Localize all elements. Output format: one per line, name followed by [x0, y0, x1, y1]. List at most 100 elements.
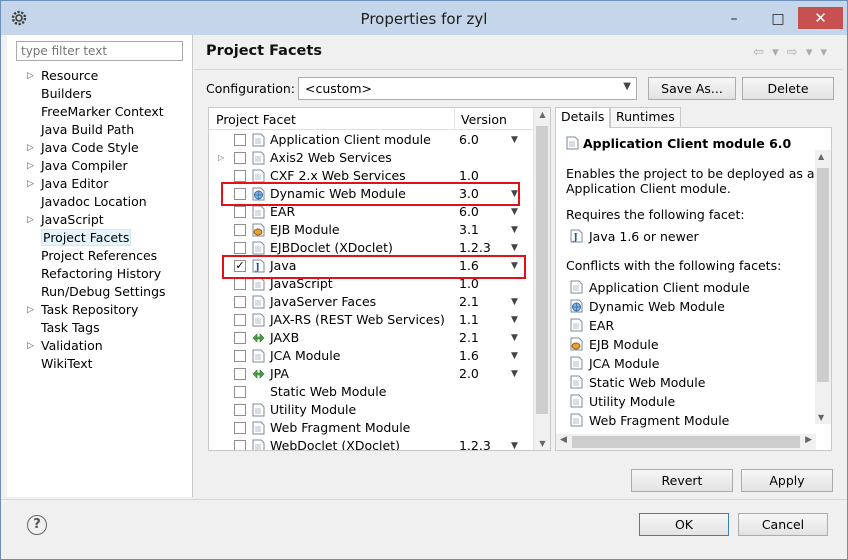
version-dropdown-icon[interactable]: ▼	[511, 329, 518, 347]
facet-row[interactable]: JCA Module 1.6 ▼	[209, 347, 535, 365]
expand-arrow-icon[interactable]: ▷	[27, 67, 34, 85]
facet-checkbox[interactable]	[234, 170, 246, 182]
expand-arrow-icon[interactable]: ▷	[27, 211, 34, 229]
facet-checkbox[interactable]	[234, 386, 246, 398]
help-icon[interactable]: ?	[27, 515, 47, 535]
facet-checkbox[interactable]	[234, 296, 246, 308]
scroll-up-icon[interactable]: ▲	[818, 152, 824, 161]
facet-row[interactable]: ▷ Axis2 Web Services	[209, 149, 535, 167]
facet-checkbox[interactable]	[234, 404, 246, 416]
facet-checkbox[interactable]	[234, 224, 246, 236]
version-dropdown-icon[interactable]: ▼	[511, 347, 518, 365]
nav-item[interactable]: Java Build Path	[7, 121, 193, 139]
minimize-button[interactable]: –	[721, 9, 747, 29]
expand-arrow-icon[interactable]: ▷	[218, 149, 224, 167]
facet-version[interactable]: 6.0	[459, 131, 479, 149]
scrollbar-thumb[interactable]	[536, 126, 548, 414]
nav-item[interactable]: Javadoc Location	[7, 193, 193, 211]
facet-checkbox[interactable]	[234, 422, 246, 434]
facet-row[interactable]: JAX-RS (REST Web Services) 1.1 ▼	[209, 311, 535, 329]
facet-row[interactable]: WebDoclet (XDoclet) 1.2.3 ▼	[209, 437, 535, 450]
facet-row[interactable]: JavaServer Faces 2.1 ▼	[209, 293, 535, 311]
nav-item[interactable]: ▷ Validation	[7, 337, 193, 355]
ok-button[interactable]: OK	[639, 513, 729, 536]
details-hscroll[interactable]: ◀ ▶	[556, 434, 816, 450]
details-vscroll[interactable]: ▲ ▼	[815, 150, 831, 424]
scroll-down-icon[interactable]: ▼	[534, 439, 550, 448]
col-header-version[interactable]: Version	[461, 112, 507, 127]
close-button[interactable]: ✕	[798, 7, 843, 29]
nav-item[interactable]: Builders	[7, 85, 193, 103]
column-divider[interactable]	[454, 108, 455, 130]
expand-arrow-icon[interactable]: ▷	[27, 301, 34, 319]
save-as-button[interactable]: Save As...	[648, 77, 736, 100]
expand-arrow-icon[interactable]: ▷	[27, 337, 34, 355]
facet-checkbox[interactable]	[234, 350, 246, 362]
maximize-button[interactable]: □	[765, 9, 791, 29]
nav-item[interactable]: ▷ Task Repository	[7, 301, 193, 319]
facet-row[interactable]: Web Fragment Module	[209, 419, 535, 437]
facet-row[interactable]: Application Client module 6.0 ▼	[209, 131, 535, 149]
nav-item[interactable]: ▷ JavaScript	[7, 211, 193, 229]
scrollbar-thumb[interactable]	[572, 436, 800, 448]
scroll-left-icon[interactable]: ◀	[560, 435, 567, 445]
facet-version[interactable]: 2.0	[459, 365, 479, 383]
apply-button[interactable]: Apply	[741, 469, 833, 492]
version-dropdown-icon[interactable]: ▼	[511, 311, 518, 329]
page-history-arrows[interactable]: ⇦ ▾ ⇨ ▾ ▾	[753, 45, 829, 60]
cancel-button[interactable]: Cancel	[738, 513, 828, 536]
tab-details[interactable]: Details	[555, 107, 611, 128]
facet-row[interactable]: JPA 2.0 ▼	[209, 365, 535, 383]
nav-item[interactable]: ▷ Java Editor	[7, 175, 193, 193]
facet-version[interactable]: 1.1	[459, 311, 479, 329]
nav-item[interactable]: ▷ Java Compiler	[7, 157, 193, 175]
facet-checkbox[interactable]	[234, 278, 246, 290]
facet-version[interactable]: 2.1	[459, 293, 479, 311]
scrollbar-thumb[interactable]	[817, 168, 829, 382]
scroll-up-icon[interactable]: ▲	[534, 110, 550, 119]
facet-checkbox[interactable]	[234, 242, 246, 254]
nav-item[interactable]: FreeMarker Context	[7, 103, 193, 121]
facets-scrollbar[interactable]: ▲ ▼	[533, 108, 550, 450]
nav-item[interactable]: ▷ Java Code Style	[7, 139, 193, 157]
facet-version[interactable]: 1.2.3	[459, 437, 491, 450]
facet-version[interactable]: 1.6	[459, 347, 479, 365]
col-header-facet[interactable]: Project Facet	[216, 112, 296, 127]
version-dropdown-icon[interactable]: ▼	[511, 365, 518, 383]
facet-checkbox[interactable]	[234, 152, 246, 164]
nav-item[interactable]: ▷ Resource	[7, 67, 193, 85]
facet-checkbox[interactable]	[234, 332, 246, 344]
facet-row[interactable]: Static Web Module	[209, 383, 535, 401]
facet-row[interactable]: EJB Module 3.1 ▼	[209, 221, 535, 239]
nav-item[interactable]: Run/Debug Settings	[7, 283, 193, 301]
scroll-right-icon[interactable]: ▶	[805, 435, 812, 445]
facet-checkbox[interactable]	[234, 314, 246, 326]
nav-item[interactable]: Project References	[7, 247, 193, 265]
version-dropdown-icon[interactable]: ▼	[511, 131, 518, 149]
expand-arrow-icon[interactable]: ▷	[27, 175, 34, 193]
properties-dialog: Properties for zyl – □ ✕ ▷ Resource Builde…	[0, 0, 848, 560]
version-dropdown-icon[interactable]: ▼	[511, 293, 518, 311]
nav-item[interactable]: Project Facets	[7, 229, 193, 247]
version-dropdown-icon[interactable]: ▼	[511, 437, 518, 450]
scroll-down-icon[interactable]: ▼	[818, 413, 824, 422]
nav-item[interactable]: Task Tags	[7, 319, 193, 337]
expand-arrow-icon[interactable]: ▷	[27, 157, 34, 175]
facet-version[interactable]: 2.1	[459, 329, 479, 347]
expand-arrow-icon[interactable]: ▷	[27, 139, 34, 157]
facet-row[interactable]: Utility Module	[209, 401, 535, 419]
facet-checkbox[interactable]	[234, 134, 246, 146]
nav-item[interactable]: WikiText	[7, 355, 193, 373]
facet-version[interactable]: 3.1	[459, 221, 479, 239]
tab-runtimes[interactable]: Runtimes	[610, 107, 681, 127]
facet-checkbox[interactable]	[234, 368, 246, 380]
facet-checkbox[interactable]	[234, 206, 246, 218]
facet-checkbox[interactable]	[234, 440, 246, 450]
nav-item[interactable]: Refactoring History	[7, 265, 193, 283]
facet-row[interactable]: JAXB 2.1 ▼	[209, 329, 535, 347]
delete-button[interactable]: Delete	[742, 77, 834, 100]
version-dropdown-icon[interactable]: ▼	[511, 221, 518, 239]
revert-button[interactable]: Revert	[631, 469, 733, 492]
filter-input[interactable]	[16, 41, 183, 61]
configuration-select[interactable]: <custom> ▼	[298, 77, 637, 100]
